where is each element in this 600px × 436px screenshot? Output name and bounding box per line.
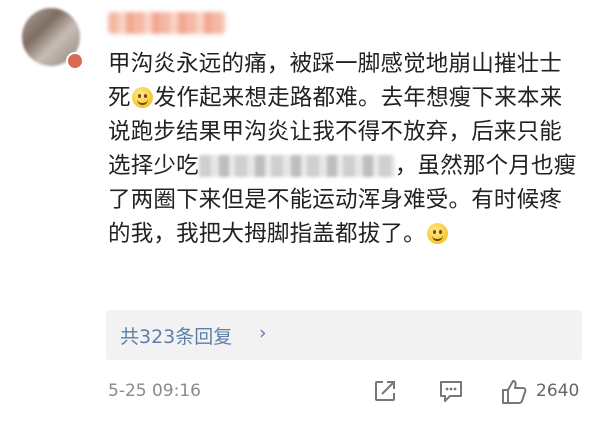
comment-text: 甲沟炎永远的痛，被踩一脚感觉地崩山摧壮士死 发作起来想走路都难。去年想瘦下来本来说… [108,47,578,251]
like-icon [502,380,527,404]
share-button[interactable] [372,378,398,404]
chevron-right-icon: › [259,322,267,344]
like-count: 2640 [536,381,580,401]
redacted-text [198,155,395,177]
share-icon [375,381,395,401]
like-button[interactable] [500,378,528,406]
smile-emoji-icon [131,87,153,108]
username-redacted[interactable] [108,12,226,34]
view-replies-button[interactable]: 共323条回复 › [106,310,582,360]
smile-emoji-icon [426,223,448,244]
timestamp: 5-25 09:16 [108,381,201,401]
replies-label: 共323条回复 [120,326,233,348]
comment-icon [440,381,462,402]
comment-button[interactable] [438,378,464,404]
verified-badge-icon [66,52,84,70]
